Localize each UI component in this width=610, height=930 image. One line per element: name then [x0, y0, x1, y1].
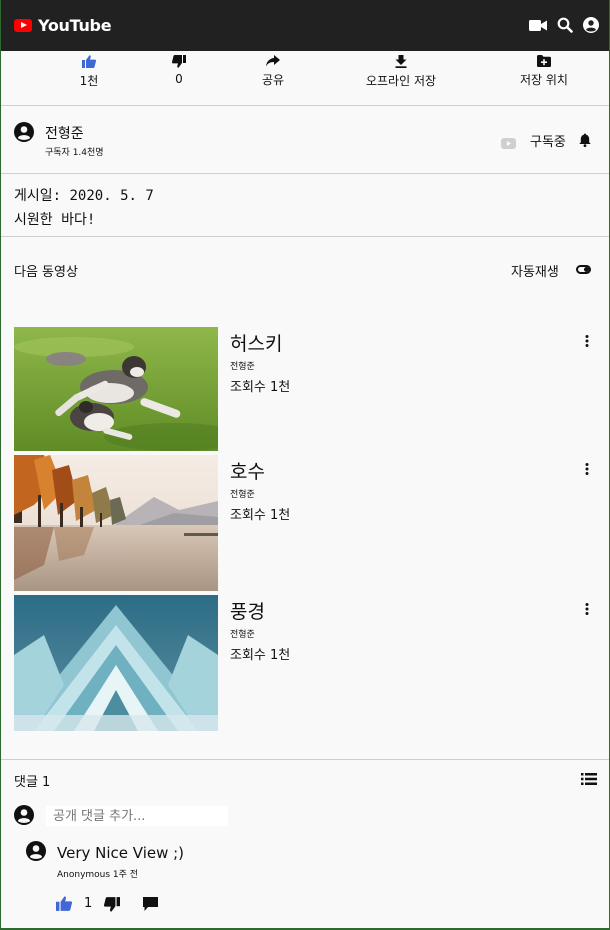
more-vert-icon[interactable]: [585, 332, 589, 351]
channel-name[interactable]: 전형준: [45, 123, 84, 143]
autoplay-toggle[interactable]: [576, 265, 591, 274]
video-title[interactable]: 호수: [230, 457, 265, 484]
video-channel: 전형준: [230, 490, 255, 500]
logo-text: YouTube: [38, 16, 112, 35]
share-icon: [266, 55, 280, 67]
reply-icon[interactable]: [143, 897, 158, 916]
dislike-button[interactable]: 0: [163, 55, 195, 86]
video-title[interactable]: 풍경: [230, 597, 265, 624]
like-button[interactable]: 1천: [71, 55, 107, 89]
top-app-bar: YouTube: [1, 0, 609, 51]
video-thumbnail[interactable]: [14, 455, 218, 591]
video-views: 조회수 1천: [230, 648, 291, 663]
youtube-logo[interactable]: YouTube: [14, 16, 112, 35]
save-to-icon: [537, 55, 551, 67]
account-icon[interactable]: [583, 17, 599, 33]
save-to-button[interactable]: 저장 위치: [512, 55, 576, 88]
download-icon: [395, 55, 407, 68]
comments-section: 댓글 1 Very Nice View ;) Anonymous 1주 전 1: [1, 759, 609, 927]
save-to-label: 저장 위치: [520, 73, 568, 87]
commenter-avatar-icon[interactable]: [26, 841, 46, 865]
channel-avatar-icon[interactable]: [14, 122, 34, 146]
more-vert-icon[interactable]: [585, 600, 589, 619]
dislike-count: 0: [175, 72, 183, 86]
video-description: 게시일: 2020. 5. 7 시원한 바다!: [1, 174, 609, 237]
offline-save-button[interactable]: 오프라인 저장: [357, 55, 445, 89]
comment-dislike-icon[interactable]: [103, 897, 120, 916]
share-label: 공유: [261, 73, 285, 87]
share-button[interactable]: 공유: [255, 55, 291, 88]
more-vert-icon[interactable]: [585, 460, 589, 479]
subscriber-count: 구독자 1.4천명: [45, 148, 104, 158]
video-thumbnail[interactable]: [14, 327, 218, 451]
video-item-lake[interactable]: 호수 전형준 조회수 1천: [14, 455, 598, 591]
comment-text: Very Nice View ;): [57, 844, 185, 862]
video-item-landscape[interactable]: 풍경 전형준 조회수 1천: [14, 595, 598, 731]
like-count: 1천: [79, 74, 99, 88]
publish-date: 게시일: 2020. 5. 7: [14, 188, 154, 204]
bell-icon[interactable]: [579, 132, 591, 151]
autoplay-label: 자동재생: [511, 265, 559, 280]
youtube-small-icon: [501, 134, 516, 153]
comment-input[interactable]: [46, 806, 228, 826]
comment-like-icon[interactable]: [56, 896, 73, 915]
thumb-down-icon: [172, 55, 186, 68]
search-icon[interactable]: [557, 17, 573, 33]
subscribe-button[interactable]: 구독중: [530, 131, 566, 150]
video-thumbnail[interactable]: [14, 595, 218, 731]
comment-like-count: 1: [84, 896, 93, 911]
sort-icon[interactable]: [581, 770, 597, 789]
my-avatar-icon: [14, 805, 34, 829]
up-next-label: 다음 동영상: [14, 265, 78, 280]
video-views: 조회수 1천: [230, 380, 291, 395]
video-title[interactable]: 허스키: [230, 329, 282, 356]
comment-meta: Anonymous 1주 전: [57, 870, 139, 880]
video-actions: 1천 0 공유 오프라인 저장 저장 위치: [1, 51, 609, 106]
video-channel: 전형준: [230, 362, 255, 372]
description-text: 시원한 바다!: [14, 212, 96, 228]
channel-row: 전형준 구독자 1.4천명 구독중: [1, 106, 609, 174]
youtube-logo-icon: [14, 19, 32, 32]
video-views: 조회수 1천: [230, 508, 291, 523]
offline-save-label: 오프라인 저장: [365, 74, 437, 88]
thumb-up-icon: [82, 55, 96, 68]
comment-count: 댓글 1: [14, 775, 51, 790]
video-camera-icon[interactable]: [529, 19, 547, 32]
up-next-header: 다음 동영상 자동재생: [1, 237, 609, 307]
video-item-husky[interactable]: 허스키 전형준 조회수 1천: [14, 327, 598, 463]
video-channel: 전형준: [230, 630, 255, 640]
